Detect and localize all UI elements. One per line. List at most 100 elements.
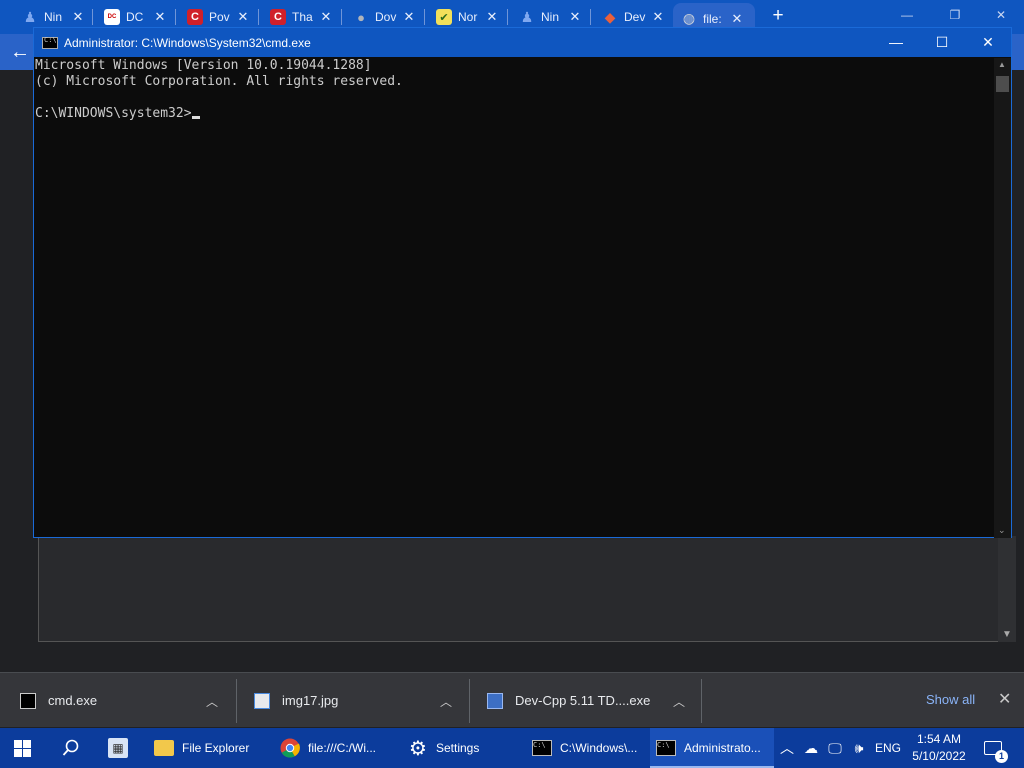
close-tab-icon[interactable]: ✕ bbox=[651, 9, 665, 25]
cmd-icon: C:\ bbox=[656, 740, 676, 756]
taskbar-item-label: C:\Windows\... bbox=[560, 741, 638, 755]
minimize-button[interactable]: — bbox=[873, 28, 919, 57]
tab-title: Nin bbox=[541, 10, 560, 24]
close-button[interactable]: ✕ bbox=[965, 28, 1011, 57]
browser-maximize-button[interactable]: ❐ bbox=[932, 4, 978, 26]
chevron-up-icon[interactable]: ▲ bbox=[998, 60, 1006, 69]
taskbar-item-file-explorer[interactable]: File Explorer bbox=[148, 728, 262, 768]
tab-separator bbox=[507, 9, 508, 25]
console-line: Microsoft Windows [Version 10.0.19044.12… bbox=[35, 58, 372, 73]
cmd-window-title: Administrator: C:\Windows\System32\cmd.e… bbox=[64, 35, 311, 50]
maximize-button[interactable]: ☐ bbox=[919, 28, 965, 57]
taskbar-item-label: Administrato... bbox=[684, 741, 761, 755]
folder-icon bbox=[154, 740, 174, 756]
close-tab-icon[interactable]: ✕ bbox=[568, 9, 582, 25]
volume-icon[interactable]: 🕪 bbox=[848, 728, 870, 768]
tab-separator bbox=[92, 9, 93, 25]
chrome-icon bbox=[280, 738, 300, 758]
clock-time: 1:54 AM bbox=[916, 732, 962, 746]
close-download-bar-icon[interactable]: ✕ bbox=[998, 689, 1011, 709]
close-tab-icon[interactable]: ✕ bbox=[730, 11, 744, 27]
scrollbar-thumb[interactable] bbox=[996, 76, 1009, 92]
diamond-icon: ◆ bbox=[604, 8, 616, 25]
action-center-button[interactable]: 1 bbox=[980, 728, 1008, 768]
cmd-window[interactable]: Administrator: C:\Windows\System32\cmd.e… bbox=[33, 27, 1012, 538]
download-filename: img17.jpg bbox=[282, 693, 339, 708]
page-scrollbar[interactable]: ▼ bbox=[998, 536, 1016, 642]
download-filename: cmd.exe bbox=[48, 693, 98, 708]
close-tab-icon[interactable]: ✕ bbox=[153, 9, 167, 25]
cmd-title-bar[interactable]: Administrator: C:\Windows\System32\cmd.e… bbox=[34, 28, 1011, 57]
download-item[interactable]: img17.jpg ︿ bbox=[254, 673, 469, 728]
windows-logo-icon bbox=[14, 739, 31, 757]
tab-separator bbox=[424, 9, 425, 25]
clock-date: 5/10/2022 bbox=[912, 749, 966, 763]
cmd-window-controls: — ☐ ✕ bbox=[873, 28, 1011, 57]
show-all-button[interactable]: Show all bbox=[926, 692, 975, 707]
taskbar-item-label: File Explorer bbox=[182, 741, 250, 755]
console-line: (c) Microsoft Corporation. All rights re… bbox=[35, 74, 403, 89]
cmd-icon bbox=[42, 36, 58, 49]
cmd-file-icon bbox=[20, 692, 36, 709]
chevron-up-icon[interactable]: ︿ bbox=[206, 693, 218, 710]
text-cursor bbox=[191, 116, 200, 119]
download-filename: Dev-Cpp 5.11 TD....exe bbox=[515, 693, 651, 708]
c-logo-icon: C bbox=[270, 9, 286, 25]
taskbar-item-cmd-admin[interactable]: C:\ Administrato... bbox=[650, 728, 774, 768]
tab-title: DC bbox=[126, 10, 144, 24]
taskbar-item-settings[interactable]: ⚙ Settings bbox=[402, 728, 520, 768]
tab-separator bbox=[341, 9, 342, 25]
onedrive-icon[interactable]: ☁ bbox=[800, 728, 822, 768]
globe-icon: ◍ bbox=[682, 10, 696, 26]
console-prompt: C:\WINDOWS\system32> bbox=[35, 106, 192, 121]
close-tab-icon[interactable]: ✕ bbox=[402, 9, 416, 25]
cmd-icon: C:\ bbox=[532, 740, 552, 756]
tab-title: Dev bbox=[624, 10, 646, 24]
person-icon: ♟ bbox=[23, 8, 37, 25]
tab-title: Tha bbox=[292, 10, 313, 24]
download-bar: cmd.exe ︿ img17.jpg ︿ Dev-Cpp 5.11 TD...… bbox=[0, 672, 1024, 727]
close-tab-icon[interactable]: ✕ bbox=[319, 9, 333, 25]
chevron-up-icon[interactable]: ︿ bbox=[440, 693, 452, 710]
download-item[interactable]: Dev-Cpp 5.11 TD....exe ︿ bbox=[487, 673, 701, 728]
chevron-down-icon[interactable]: ▼ bbox=[1002, 629, 1012, 640]
show-hidden-icons-button[interactable]: ︿ bbox=[778, 728, 796, 768]
back-button[interactable]: ← bbox=[8, 41, 32, 63]
apple-icon: ● bbox=[357, 9, 365, 25]
c-logo-icon: C bbox=[187, 9, 203, 25]
browser-minimize-button[interactable]: — bbox=[884, 4, 930, 26]
taskbar-item-label: Settings bbox=[436, 741, 480, 755]
network-icon[interactable]: 🖵 bbox=[824, 728, 846, 768]
close-tab-icon[interactable]: ✕ bbox=[485, 9, 499, 25]
checkmark-icon: ✔ bbox=[436, 9, 452, 25]
close-tab-icon[interactable]: ✕ bbox=[71, 9, 85, 25]
search-button[interactable] bbox=[62, 728, 84, 768]
chevron-up-icon[interactable]: ︿ bbox=[673, 693, 685, 710]
download-separator bbox=[701, 679, 702, 723]
taskbar-item-chrome[interactable]: file:///C:/Wi... bbox=[274, 728, 394, 768]
tab-separator bbox=[175, 9, 176, 25]
tab-title: Pov bbox=[209, 10, 230, 24]
cmd-scrollbar[interactable]: ▲ ⌄ bbox=[994, 58, 1011, 538]
start-button[interactable] bbox=[14, 728, 36, 768]
new-tab-button[interactable]: + bbox=[768, 6, 788, 26]
installer-file-icon bbox=[487, 692, 503, 709]
download-separator bbox=[236, 679, 237, 723]
task-view-button[interactable]: ▦ bbox=[108, 728, 136, 768]
task-view-icon: ▦ bbox=[108, 738, 128, 758]
console-prompt-line: C:\WINDOWS\system32> bbox=[35, 106, 994, 122]
clock[interactable]: 1:54 AM 5/10/2022 bbox=[906, 731, 972, 765]
console-output[interactable]: Microsoft Windows [Version 10.0.19044.12… bbox=[34, 58, 994, 538]
person-icon: ♟ bbox=[520, 8, 534, 25]
taskbar-item-label: file:///C:/Wi... bbox=[308, 741, 377, 755]
browser-close-button[interactable]: ✕ bbox=[978, 4, 1024, 26]
dc-logo-icon: DC bbox=[104, 9, 120, 25]
language-indicator[interactable]: ENG bbox=[874, 728, 902, 768]
page-content-frame bbox=[38, 536, 1016, 642]
download-item[interactable]: cmd.exe ︿ bbox=[20, 673, 236, 728]
taskbar-item-cmd[interactable]: C:\ C:\Windows\... bbox=[526, 728, 646, 768]
chevron-down-icon[interactable]: ⌄ bbox=[998, 525, 1006, 536]
tab-separator bbox=[590, 9, 591, 25]
tab-title: Nin bbox=[44, 10, 63, 24]
close-tab-icon[interactable]: ✕ bbox=[236, 9, 250, 25]
